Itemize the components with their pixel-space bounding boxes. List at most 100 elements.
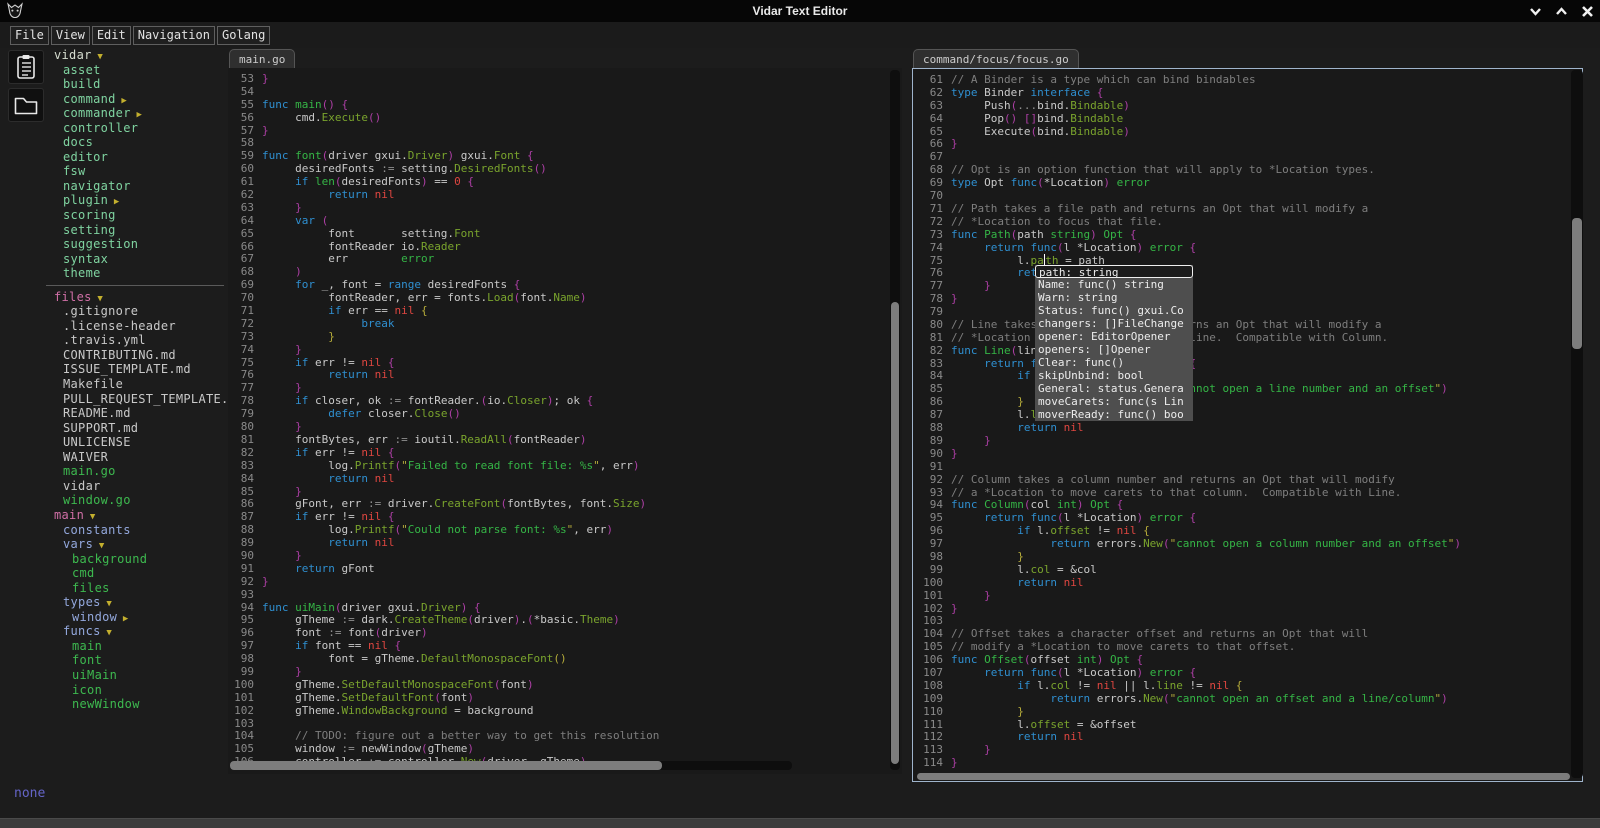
code-line[interactable]: 90} — [917, 447, 1580, 461]
code-line[interactable]: 53} — [232, 72, 900, 86]
collapsed-arrow-icon[interactable]: ▶ — [116, 96, 127, 106]
code-editor-focus-go[interactable]: 61 // A Binder is a type which can bind b… — [912, 68, 1583, 782]
minimize-chevron-down-icon[interactable] — [1529, 5, 1542, 18]
completion-item[interactable]: Status: func() gxui.Co — [1035, 304, 1193, 317]
code-line[interactable]: 66} — [917, 138, 1580, 151]
code-line[interactable]: 114} — [917, 756, 1580, 770]
tree-item-vars[interactable]: vars ▼ — [50, 537, 226, 552]
tree-item-constants[interactable]: constants — [50, 523, 226, 538]
completion-item[interactable]: skipUnbind: bool — [1035, 369, 1193, 382]
tree-item-scoring[interactable]: scoring — [50, 208, 226, 223]
close-icon[interactable] — [1581, 5, 1594, 18]
completion-item[interactable]: moverReady: func() boo — [1035, 408, 1193, 421]
completion-item[interactable]: opener: EditorOpener — [1035, 330, 1193, 343]
tree-item-editor[interactable]: editor — [50, 150, 226, 165]
right-editor-vscrollbar-thumb[interactable] — [1572, 218, 1582, 349]
tree-item--license-header[interactable]: .license-header — [50, 319, 226, 334]
tree-item-contributing-md[interactable]: CONTRIBUTING.md — [50, 348, 226, 363]
code-line[interactable]: 76 return nil — [917, 266, 1580, 280]
tab-focus-go[interactable]: command/focus/focus.go — [913, 49, 1079, 68]
tree-item-font[interactable]: font — [50, 653, 226, 668]
completion-item[interactable]: openers: []Opener — [1035, 343, 1193, 356]
menu-golang[interactable]: Golang — [216, 25, 271, 45]
left-editor-vscrollbar-thumb[interactable] — [891, 302, 899, 764]
expanded-arrow-icon[interactable]: ▼ — [92, 294, 103, 304]
code-line[interactable]: 78} — [917, 292, 1580, 306]
tree-item-syntax[interactable]: syntax — [50, 252, 226, 267]
tree-item-main[interactable]: main — [50, 639, 226, 654]
tree-item-commander[interactable]: commander ▶ — [50, 106, 226, 121]
tree-item-icon[interactable]: icon — [50, 683, 226, 698]
menu-view[interactable]: View — [50, 25, 90, 45]
window-hscrollbar[interactable] — [0, 818, 1600, 828]
tree-item-setting[interactable]: setting — [50, 223, 226, 238]
tab-main-go[interactable]: main.go — [229, 49, 296, 68]
code-editor-main-go[interactable]: 53} 54 55 func main() {56 cmd.Execute() 57} 5… — [228, 68, 902, 774]
code-line[interactable]: 102 gTheme.WindowBackground = background — [232, 704, 900, 718]
editor-pane-focus-go[interactable]: command/focus/focus.go 61 // A Binder is … — [912, 48, 1591, 782]
code-line[interactable]: 84 return nil — [232, 472, 900, 486]
menu-file[interactable]: File — [10, 25, 49, 45]
tree-item-vidar[interactable]: vidar ▼ — [50, 48, 226, 63]
expanded-arrow-icon[interactable]: ▼ — [101, 599, 112, 609]
tree-item-fsw[interactable]: fsw — [50, 164, 226, 179]
completion-item[interactable]: Warn: string — [1035, 291, 1193, 304]
right-editor-hscrollbar-thumb[interactable] — [917, 773, 1570, 780]
tree-item-build[interactable]: build — [50, 77, 226, 92]
tree-item-theme[interactable]: theme — [50, 266, 226, 281]
left-editor-hscrollbar-thumb[interactable] — [230, 761, 662, 770]
expanded-arrow-icon[interactable]: ▼ — [93, 541, 104, 551]
completion-item[interactable]: Clear: func() — [1035, 356, 1193, 369]
tree-item-command[interactable]: command ▶ — [50, 92, 226, 107]
tree-item-main-go[interactable]: main.go — [50, 464, 226, 479]
code-line[interactable]: 62 return nil — [232, 188, 900, 202]
tree-item-support-md[interactable]: SUPPORT.md — [50, 421, 226, 436]
code-line[interactable]: 67 err error — [232, 253, 900, 266]
tree-item-newwindow[interactable]: newWindow — [50, 697, 226, 712]
folder-icon[interactable] — [8, 88, 44, 122]
tree-item-waiver[interactable]: WAIVER — [50, 450, 226, 465]
code-line[interactable]: 98 font = gTheme.DefaultMonospaceFont() — [232, 652, 900, 666]
code-line[interactable]: 113 } — [917, 743, 1580, 757]
completion-item[interactable]: General: status.Genera — [1035, 382, 1193, 395]
expanded-arrow-icon[interactable]: ▼ — [84, 512, 95, 522]
clipboard-list-icon[interactable] — [8, 50, 44, 84]
code-line[interactable]: 63 } — [232, 201, 900, 215]
tree-item-window[interactable]: window ▶ — [50, 610, 226, 625]
tree-item--travis-yml[interactable]: .travis.yml — [50, 333, 226, 348]
completion-item[interactable]: path: string — [1035, 265, 1193, 278]
tree-item-plugin[interactable]: plugin ▶ — [50, 193, 226, 208]
code-line[interactable]: 79 defer closer.Close() — [232, 407, 900, 421]
tree-item-makefile[interactable]: Makefile — [50, 377, 226, 392]
code-line[interactable]: 88 return nil — [917, 421, 1580, 435]
completion-item[interactable]: moveCarets: func(s Lin — [1035, 395, 1193, 408]
code-line[interactable]: 56 cmd.Execute() — [232, 111, 900, 125]
code-line[interactable]: 76 return nil — [232, 369, 900, 382]
tree-item-asset[interactable]: asset — [50, 63, 226, 78]
code-line[interactable]: 65 Execute(bind.Bindable) — [917, 125, 1580, 139]
editor-pane-main-go[interactable]: main.go 53} 54 55 func main() {56 cmd.Execu… — [228, 48, 902, 774]
code-line[interactable]: 57} — [232, 124, 900, 138]
tree-item-main[interactable]: main ▼ — [50, 508, 226, 523]
collapsed-arrow-icon[interactable]: ▶ — [117, 614, 128, 624]
tree-item-suggestion[interactable]: suggestion — [50, 237, 226, 252]
code-line[interactable]: 92} — [232, 575, 900, 589]
tree-item-background[interactable]: background — [50, 552, 226, 567]
tree-item-funcs[interactable]: funcs ▼ — [50, 624, 226, 639]
menu-edit[interactable]: Edit — [91, 25, 131, 45]
code-line[interactable]: 74 return func(l *Location) error { — [917, 241, 1580, 255]
tree-item-types[interactable]: types ▼ — [50, 595, 226, 610]
tree-item-vidar[interactable]: vidar — [50, 479, 226, 494]
tree-item-navigator[interactable]: navigator — [50, 179, 226, 194]
code-line[interactable]: 73 } — [232, 330, 900, 344]
tree-item-controller[interactable]: controller — [50, 121, 226, 136]
tree-item-files[interactable]: files — [50, 581, 226, 596]
completion-item[interactable]: changers: []FileChange — [1035, 317, 1193, 330]
code-area[interactable]: 61 // A Binder is a type which can bind b… — [917, 73, 1580, 770]
tree-item-issue-template-md[interactable]: ISSUE_TEMPLATE.md — [50, 362, 226, 377]
code-line[interactable]: 101 } — [917, 589, 1580, 603]
tree-item-uimain[interactable]: uiMain — [50, 668, 226, 683]
code-area[interactable]: 53} 54 55 func main() {56 cmd.Execute() 57} 5… — [232, 72, 900, 769]
code-line[interactable]: 89 } — [917, 434, 1580, 448]
code-line[interactable]: 102} — [917, 602, 1580, 616]
